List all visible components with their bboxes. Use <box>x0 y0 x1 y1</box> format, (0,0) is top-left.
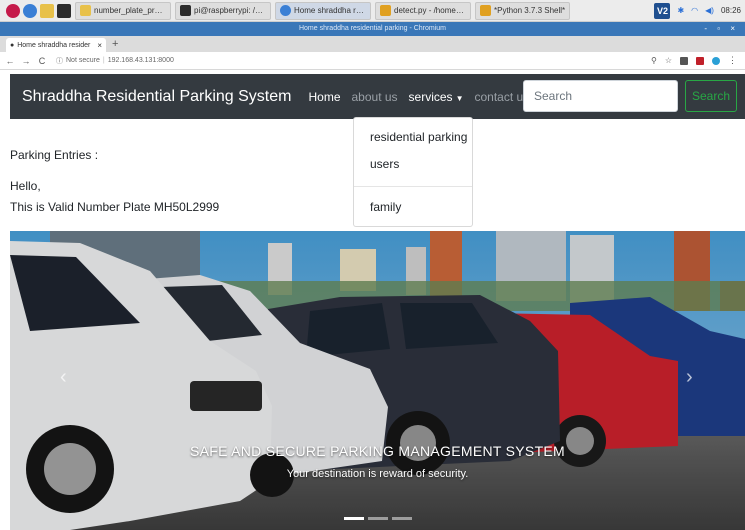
taskbar-task-files[interactable]: number_plate_project <box>75 1 171 20</box>
carousel-next-icon[interactable]: › <box>686 366 693 389</box>
python-icon <box>480 5 491 16</box>
system-tray: V2 ✱ ◠ ◀) 08:26 <box>654 2 745 19</box>
folder-icon <box>80 5 91 16</box>
reload-icon[interactable]: C <box>36 56 48 66</box>
window-title: Home shraddha residential parking - Chro… <box>298 25 447 32</box>
carousel-indicator-1[interactable] <box>344 517 364 520</box>
dropdown-item-residential-parking[interactable]: residential parking <box>370 130 467 144</box>
browser-launcher-icon[interactable] <box>23 3 37 18</box>
back-icon[interactable]: ← <box>4 56 16 66</box>
dropdown-item-users[interactable]: users <box>370 157 399 171</box>
url-text[interactable]: 192.168.43.131:8000 <box>108 57 174 64</box>
dropdown-divider <box>354 186 472 187</box>
toolbar-actions: ⚲ ☆ ⋮ <box>651 55 745 66</box>
page-favicon-icon: ● <box>10 41 15 49</box>
chromium-icon <box>280 5 291 16</box>
carousel-caption-title: SAFE AND SECURE PARKING MANAGEMENT SYSTE… <box>189 443 566 459</box>
raspberry-menu-icon[interactable] <box>6 3 20 18</box>
launcher-icons <box>0 3 71 18</box>
terminal-icon <box>180 5 191 16</box>
carousel-indicator-2[interactable] <box>368 517 388 520</box>
carousel-indicator-3[interactable] <box>392 517 412 520</box>
browser-tab[interactable]: ● Home shraddha resider × <box>6 38 106 52</box>
terminal-launcher-icon[interactable] <box>57 3 71 18</box>
navbar-brand[interactable]: Shraddha Residential Parking System <box>22 88 291 106</box>
services-dropdown-menu: residential parking users family <box>353 117 473 227</box>
forward-icon[interactable]: → <box>20 56 32 66</box>
extension-icon[interactable] <box>680 56 688 65</box>
new-tab-button[interactable]: + <box>112 38 118 50</box>
carousel-caption-subtitle: Your destination is reward of security. <box>286 468 469 480</box>
nav-link-services[interactable]: services ▼ <box>409 90 464 104</box>
taskbar-task-editor[interactable]: detect.py - /home/pi/... <box>375 1 471 20</box>
carousel-indicators <box>344 517 412 520</box>
tab-close-icon[interactable]: × <box>97 41 102 50</box>
services-label: services <box>408 89 453 104</box>
nav-link-about[interactable]: about us <box>352 90 398 104</box>
web-page: Shraddha Residential Parking System Home… <box>0 70 745 530</box>
parking-lot-image <box>10 231 745 530</box>
tab-title: Home shraddha resider <box>17 41 91 49</box>
info-icon[interactable]: ⓘ <box>56 56 63 66</box>
carousel-prev-icon[interactable]: ‹ <box>60 366 67 389</box>
vnc-icon[interactable]: V2 <box>654 2 671 19</box>
greeting-text: Hello, <box>10 179 41 193</box>
security-label: Not secure <box>66 57 100 64</box>
hero-carousel[interactable]: ‹ › SAFE AND SECURE PARKING MANAGEMENT S… <box>10 231 745 530</box>
browser-toolbar: ← → C ⓘ Not secure | 192.168.43.131:8000… <box>0 52 745 70</box>
clock: 08:26 <box>720 6 741 15</box>
bluetooth-icon[interactable]: ✱ <box>677 6 684 15</box>
address-separator: | <box>102 57 105 64</box>
menu-icon[interactable]: ⋮ <box>728 55 737 66</box>
volume-icon[interactable]: ◀) <box>705 6 714 15</box>
window-controls[interactable]: - ▫ × <box>704 22 739 36</box>
nav-link-contact[interactable]: contact us <box>474 90 529 104</box>
site-navbar: Shraddha Residential Parking System Home… <box>10 74 745 119</box>
dropdown-item-family[interactable]: family <box>370 200 401 214</box>
bookmark-star-icon[interactable]: ☆ <box>665 56 672 65</box>
address-bar[interactable]: ⓘ Not secure | 192.168.43.131:8000 <box>56 56 174 66</box>
number-plate-message: This is Valid Number Plate MH50L2999 <box>10 200 220 214</box>
extension-circle-icon[interactable] <box>712 56 720 65</box>
extension-shield-icon[interactable] <box>696 56 704 65</box>
taskbar-task-terminal[interactable]: pi@raspberrypi: /var/... <box>175 1 271 20</box>
parking-entries-heading: Parking Entries : <box>10 148 99 162</box>
browser-tabstrip: ● Home shraddha resider × + <box>0 36 745 52</box>
taskbar-task-shell[interactable]: *Python 3.7.3 Shell* <box>475 1 571 20</box>
search-input[interactable] <box>523 80 678 112</box>
caret-down-icon: ▼ <box>455 93 464 103</box>
python-icon <box>380 5 391 16</box>
zoom-icon[interactable]: ⚲ <box>651 56 657 65</box>
wifi-icon[interactable]: ◠ <box>691 6 698 15</box>
search-button[interactable]: Search <box>685 80 737 112</box>
os-taskbar: number_plate_project pi@raspberrypi: /va… <box>0 0 745 22</box>
browser-titlebar: Home shraddha residential parking - Chro… <box>0 22 745 36</box>
folder-launcher-icon[interactable] <box>40 3 54 18</box>
taskbar-task-browser[interactable]: Home shraddha resid... <box>275 1 371 20</box>
nav-link-home[interactable]: Home <box>308 90 340 104</box>
